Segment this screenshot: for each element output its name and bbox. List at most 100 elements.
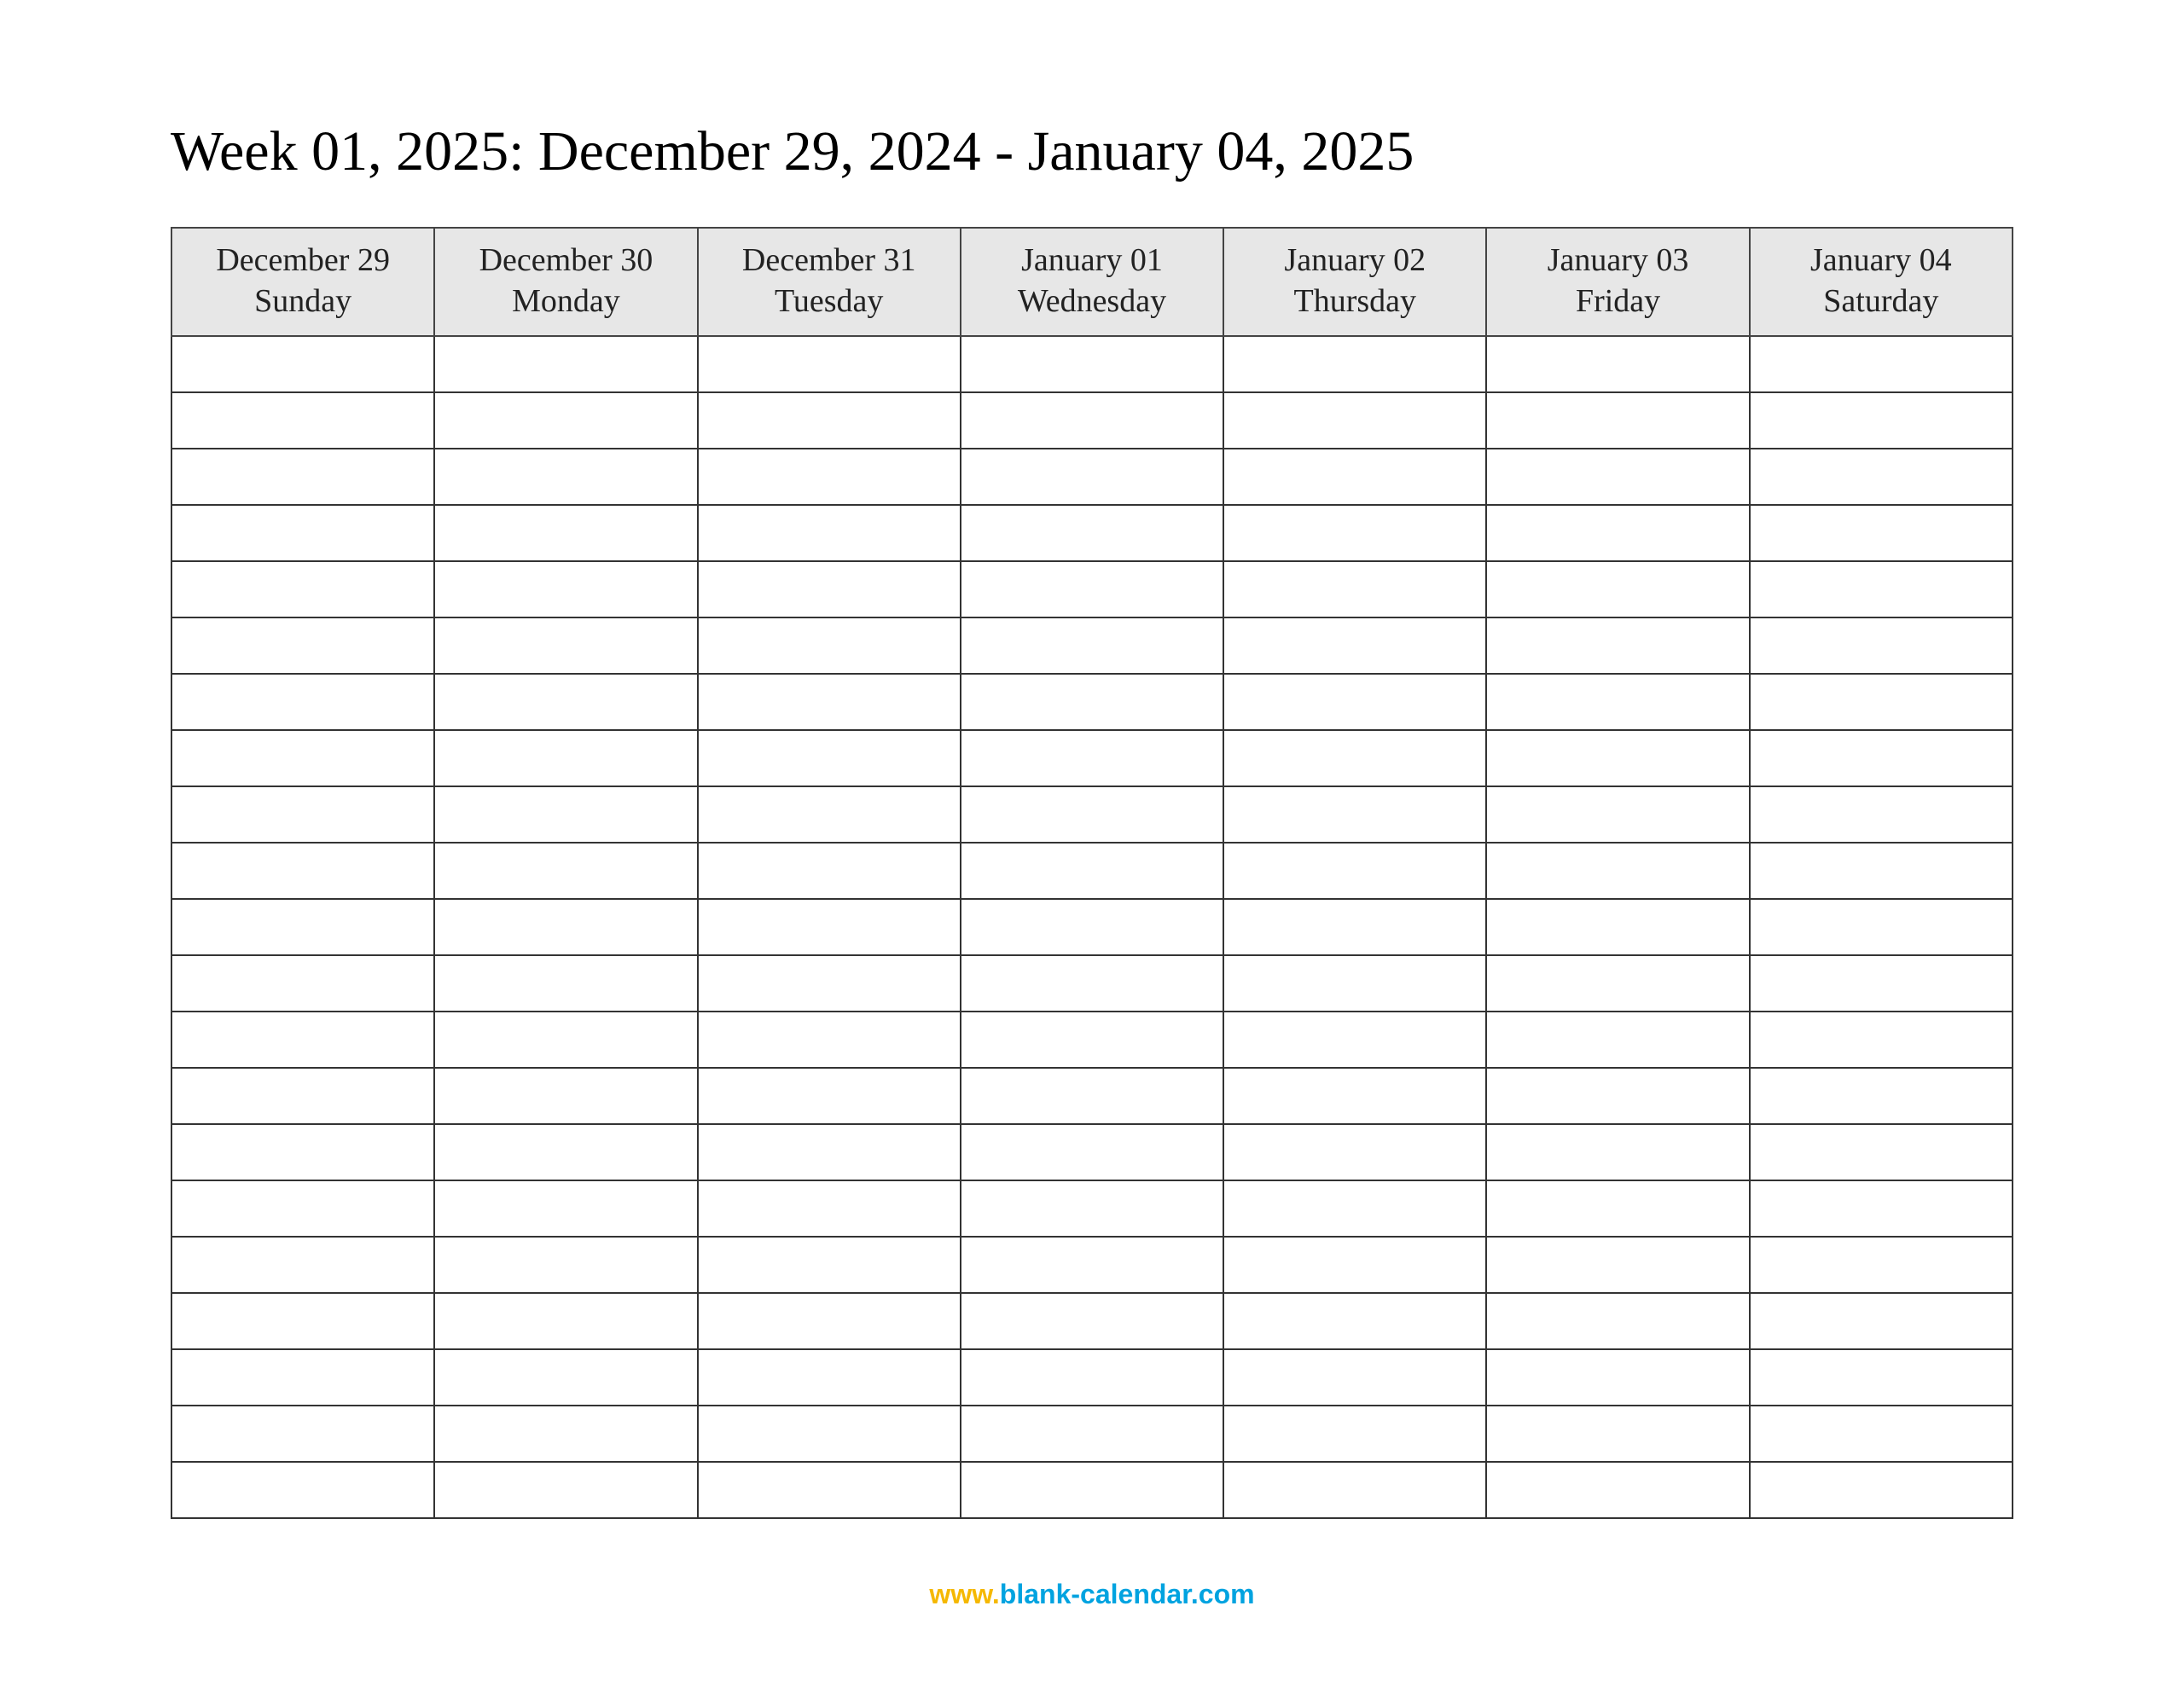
calendar-cell[interactable] [1486, 899, 1749, 955]
calendar-cell[interactable] [961, 1068, 1223, 1124]
footer-link[interactable]: www.blank-calendar.com [0, 1579, 2184, 1610]
calendar-cell[interactable] [1223, 561, 1486, 617]
calendar-cell[interactable] [434, 561, 697, 617]
calendar-cell[interactable] [1223, 899, 1486, 955]
calendar-cell[interactable] [698, 1068, 961, 1124]
calendar-cell[interactable] [1486, 955, 1749, 1012]
calendar-cell[interactable] [961, 843, 1223, 899]
calendar-cell[interactable] [1750, 1237, 2013, 1293]
calendar-cell[interactable] [698, 843, 961, 899]
calendar-cell[interactable] [1223, 674, 1486, 730]
calendar-cell[interactable] [434, 1349, 697, 1406]
calendar-cell[interactable] [434, 786, 697, 843]
calendar-cell[interactable] [171, 336, 434, 392]
calendar-cell[interactable] [171, 730, 434, 786]
calendar-cell[interactable] [698, 1012, 961, 1068]
calendar-cell[interactable] [171, 449, 434, 505]
calendar-cell[interactable] [1750, 899, 2013, 955]
calendar-cell[interactable] [961, 1124, 1223, 1180]
calendar-cell[interactable] [434, 1180, 697, 1237]
calendar-cell[interactable] [961, 392, 1223, 449]
calendar-cell[interactable] [1750, 786, 2013, 843]
calendar-cell[interactable] [171, 674, 434, 730]
calendar-cell[interactable] [1223, 1406, 1486, 1462]
calendar-cell[interactable] [1486, 1293, 1749, 1349]
calendar-cell[interactable] [1486, 392, 1749, 449]
calendar-cell[interactable] [434, 617, 697, 674]
calendar-cell[interactable] [1223, 1293, 1486, 1349]
calendar-cell[interactable] [171, 843, 434, 899]
calendar-cell[interactable] [171, 1124, 434, 1180]
calendar-cell[interactable] [1486, 449, 1749, 505]
calendar-cell[interactable] [961, 449, 1223, 505]
calendar-cell[interactable] [961, 336, 1223, 392]
calendar-cell[interactable] [434, 505, 697, 561]
calendar-cell[interactable] [171, 955, 434, 1012]
calendar-cell[interactable] [1223, 730, 1486, 786]
calendar-cell[interactable] [1750, 617, 2013, 674]
calendar-cell[interactable] [1486, 1124, 1749, 1180]
calendar-cell[interactable] [434, 1462, 697, 1518]
calendar-cell[interactable] [1750, 1406, 2013, 1462]
calendar-cell[interactable] [698, 336, 961, 392]
calendar-cell[interactable] [1750, 505, 2013, 561]
calendar-cell[interactable] [698, 1293, 961, 1349]
calendar-cell[interactable] [698, 899, 961, 955]
calendar-cell[interactable] [434, 674, 697, 730]
calendar-cell[interactable] [961, 1180, 1223, 1237]
calendar-cell[interactable] [698, 617, 961, 674]
calendar-cell[interactable] [434, 1012, 697, 1068]
calendar-cell[interactable] [961, 617, 1223, 674]
calendar-cell[interactable] [698, 730, 961, 786]
calendar-cell[interactable] [434, 336, 697, 392]
calendar-cell[interactable] [698, 1237, 961, 1293]
calendar-cell[interactable] [1223, 392, 1486, 449]
calendar-cell[interactable] [1223, 1462, 1486, 1518]
calendar-cell[interactable] [1486, 505, 1749, 561]
calendar-cell[interactable] [698, 674, 961, 730]
calendar-cell[interactable] [1223, 1237, 1486, 1293]
calendar-cell[interactable] [171, 392, 434, 449]
calendar-cell[interactable] [698, 1462, 961, 1518]
calendar-cell[interactable] [1223, 1349, 1486, 1406]
calendar-cell[interactable] [1223, 617, 1486, 674]
calendar-cell[interactable] [698, 505, 961, 561]
calendar-cell[interactable] [434, 1068, 697, 1124]
calendar-cell[interactable] [434, 955, 697, 1012]
calendar-cell[interactable] [961, 1012, 1223, 1068]
calendar-cell[interactable] [961, 1237, 1223, 1293]
calendar-cell[interactable] [1486, 786, 1749, 843]
calendar-cell[interactable] [1486, 617, 1749, 674]
calendar-cell[interactable] [961, 1293, 1223, 1349]
calendar-cell[interactable] [698, 1349, 961, 1406]
calendar-cell[interactable] [171, 1068, 434, 1124]
calendar-cell[interactable] [171, 1180, 434, 1237]
calendar-cell[interactable] [961, 1349, 1223, 1406]
calendar-cell[interactable] [434, 1293, 697, 1349]
calendar-cell[interactable] [1750, 1068, 2013, 1124]
calendar-cell[interactable] [698, 955, 961, 1012]
calendar-cell[interactable] [961, 899, 1223, 955]
calendar-cell[interactable] [171, 617, 434, 674]
calendar-cell[interactable] [434, 1237, 697, 1293]
calendar-cell[interactable] [1750, 1012, 2013, 1068]
calendar-cell[interactable] [171, 1406, 434, 1462]
calendar-cell[interactable] [1223, 505, 1486, 561]
calendar-cell[interactable] [171, 1349, 434, 1406]
calendar-cell[interactable] [961, 1406, 1223, 1462]
calendar-cell[interactable] [1750, 1349, 2013, 1406]
calendar-cell[interactable] [698, 1406, 961, 1462]
calendar-cell[interactable] [434, 1406, 697, 1462]
calendar-cell[interactable] [961, 674, 1223, 730]
calendar-cell[interactable] [434, 392, 697, 449]
calendar-cell[interactable] [171, 1237, 434, 1293]
calendar-cell[interactable] [434, 843, 697, 899]
calendar-cell[interactable] [1750, 955, 2013, 1012]
calendar-cell[interactable] [1486, 561, 1749, 617]
calendar-cell[interactable] [1223, 843, 1486, 899]
calendar-cell[interactable] [1750, 561, 2013, 617]
calendar-cell[interactable] [171, 786, 434, 843]
calendar-cell[interactable] [1750, 1293, 2013, 1349]
calendar-cell[interactable] [961, 730, 1223, 786]
calendar-cell[interactable] [961, 505, 1223, 561]
